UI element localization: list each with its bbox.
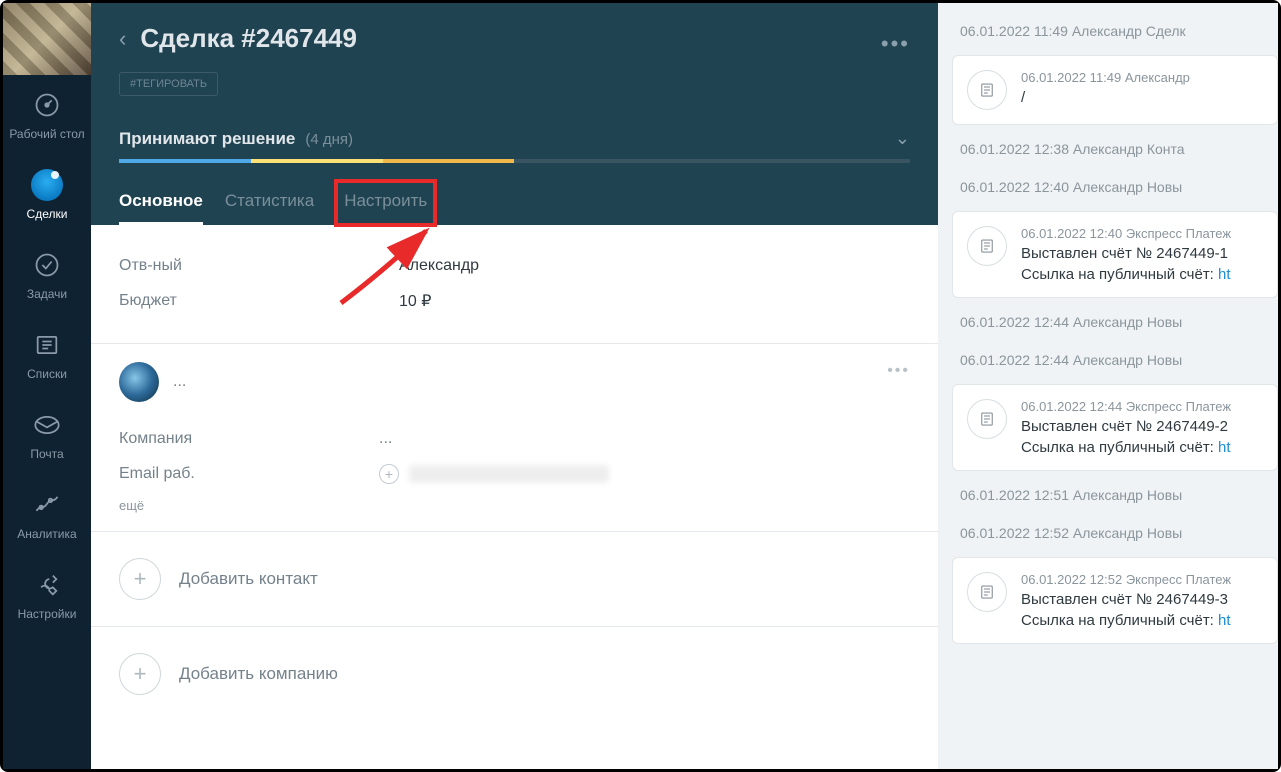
- tab-settings[interactable]: Настроить: [336, 181, 435, 225]
- feed-text: Ссылка на публичный счёт: ht: [1021, 439, 1263, 456]
- tabs: Основное Статистика Настроить: [119, 181, 910, 225]
- tab-main[interactable]: Основное: [119, 181, 203, 225]
- contact-avatar[interactable]: [119, 362, 159, 402]
- nav-deals[interactable]: Сделки: [3, 155, 91, 235]
- feed-entry: 06.01.2022 12:51 Александр Новы: [952, 481, 1278, 509]
- deal-title: Сделка #2467449: [140, 23, 357, 54]
- feed-text: Ссылка на публичный счёт: ht: [1021, 612, 1263, 629]
- responsible-label: Отв-ный: [119, 257, 399, 275]
- nav-tasks[interactable]: Задачи: [3, 235, 91, 315]
- contact-block: ... ••• Компания ... Email раб. + ещё: [91, 343, 938, 531]
- add-company-button[interactable]: + Добавить компанию: [91, 626, 938, 721]
- sidebar: Рабочий стол Сделки Задачи Списки Почта …: [3, 3, 91, 769]
- responsible-value[interactable]: Александр: [399, 257, 479, 275]
- invoice-link[interactable]: ht: [1218, 612, 1231, 629]
- feed-meta: 06.01.2022 12:44 Экспресс Платеж: [1021, 399, 1263, 414]
- workspace-logo: [3, 3, 91, 75]
- feed-card[interactable]: 06.01.2022 12:44 Экспресс Платеж Выставл…: [952, 384, 1278, 471]
- list-icon: [31, 329, 63, 361]
- nav-label: Настройки: [18, 607, 77, 621]
- feed-meta: 06.01.2022 12:52 Экспресс Платеж: [1021, 572, 1263, 587]
- note-icon: [967, 399, 1007, 439]
- feed-text: Ссылка на публичный счёт: ht: [1021, 266, 1263, 283]
- feed-meta: 06.01.2022 11:49 Александр: [1021, 70, 1263, 85]
- contact-name[interactable]: ...: [173, 373, 186, 391]
- status-name: Принимают решение: [119, 129, 295, 149]
- nav-lists[interactable]: Списки: [3, 315, 91, 395]
- nav-label: Рабочий стол: [9, 127, 84, 141]
- note-icon: [967, 70, 1007, 110]
- nav-analytics[interactable]: Аналитика: [3, 475, 91, 555]
- add-contact-button[interactable]: + Добавить контакт: [91, 531, 938, 626]
- chevron-down-icon: ⌄: [895, 128, 910, 149]
- email-blurred: [409, 465, 609, 483]
- budget-label: Бюджет: [119, 292, 399, 310]
- pipeline-progress: [119, 159, 910, 163]
- nav-desktop[interactable]: Рабочий стол: [3, 75, 91, 155]
- feed-entry: 06.01.2022 12:44 Александр Новы: [952, 308, 1278, 336]
- feed-card[interactable]: 06.01.2022 12:40 Экспресс Платеж Выставл…: [952, 211, 1278, 298]
- analytics-icon: [31, 489, 63, 521]
- feed-text: Выставлен счёт № 2467449-1: [1021, 245, 1263, 262]
- nav-label: Задачи: [27, 287, 67, 301]
- contact-menu-button[interactable]: •••: [887, 362, 910, 380]
- feed-entry: 06.01.2022 12:44 Александр Новы: [952, 346, 1278, 374]
- feed-meta: 06.01.2022 12:40 Экспресс Платеж: [1021, 226, 1263, 241]
- invoice-link[interactable]: ht: [1218, 266, 1231, 283]
- feed-entry: 06.01.2022 12:52 Александр Новы: [952, 519, 1278, 547]
- invoice-link[interactable]: ht: [1218, 439, 1231, 456]
- header-menu-button[interactable]: •••: [881, 31, 910, 57]
- feed-text: /: [1021, 89, 1263, 106]
- tab-stats[interactable]: Статистика: [225, 181, 314, 225]
- feed-entry: 06.01.2022 11:49 Александр Сделк: [952, 17, 1278, 45]
- company-value[interactable]: ...: [379, 430, 392, 448]
- back-chevron-icon[interactable]: ‹: [119, 26, 126, 52]
- budget-value[interactable]: 10 ₽: [399, 291, 431, 311]
- plus-icon[interactable]: +: [379, 464, 399, 484]
- check-circle-icon: [31, 249, 63, 281]
- deal-body: Отв-ный Александр Бюджет 10 ₽ ... ••• Ко…: [91, 225, 938, 769]
- add-contact-label: Добавить контакт: [179, 569, 318, 589]
- email-value[interactable]: +: [379, 464, 609, 484]
- mail-icon: [31, 409, 63, 441]
- nav-label: Аналитика: [17, 527, 76, 541]
- nav-settings[interactable]: Настройки: [3, 555, 91, 635]
- note-icon: [967, 226, 1007, 266]
- status-days: (4 дня): [305, 131, 353, 148]
- more-fields-link[interactable]: ещё: [119, 498, 910, 513]
- plus-circle-icon: +: [119, 558, 161, 600]
- deal-header: ‹ Сделка #2467449 ••• #ТЕГИРОВАТЬ Приним…: [91, 3, 938, 225]
- company-label: Компания: [119, 430, 379, 448]
- email-label: Email раб.: [119, 465, 379, 483]
- tag-button[interactable]: #ТЕГИРОВАТЬ: [119, 72, 218, 96]
- nav-label: Сделки: [27, 207, 68, 221]
- nav-label: Почта: [30, 447, 63, 461]
- note-icon: [967, 572, 1007, 612]
- main-column: ‹ Сделка #2467449 ••• #ТЕГИРОВАТЬ Приним…: [91, 3, 938, 769]
- wrench-icon: [31, 569, 63, 601]
- add-company-label: Добавить компанию: [179, 664, 338, 684]
- feed-card[interactable]: 06.01.2022 12:52 Экспресс Платеж Выставл…: [952, 557, 1278, 644]
- feed-entry: 06.01.2022 12:38 Александр Конта: [952, 135, 1278, 163]
- feed-text: Выставлен счёт № 2467449-3: [1021, 591, 1263, 608]
- nav-mail[interactable]: Почта: [3, 395, 91, 475]
- deals-icon: [31, 169, 63, 201]
- nav-label: Списки: [27, 367, 67, 381]
- feed-text: Выставлен счёт № 2467449-2: [1021, 418, 1263, 435]
- status-selector[interactable]: Принимают решение (4 дня) ⌄: [119, 128, 910, 159]
- gauge-icon: [31, 89, 63, 121]
- feed-card[interactable]: 06.01.2022 11:49 Александр /: [952, 55, 1278, 125]
- activity-feed: 06.01.2022 11:49 Александр Сделк 06.01.2…: [938, 3, 1278, 769]
- feed-entry: 06.01.2022 12:40 Александр Новы: [952, 173, 1278, 201]
- plus-circle-icon: +: [119, 653, 161, 695]
